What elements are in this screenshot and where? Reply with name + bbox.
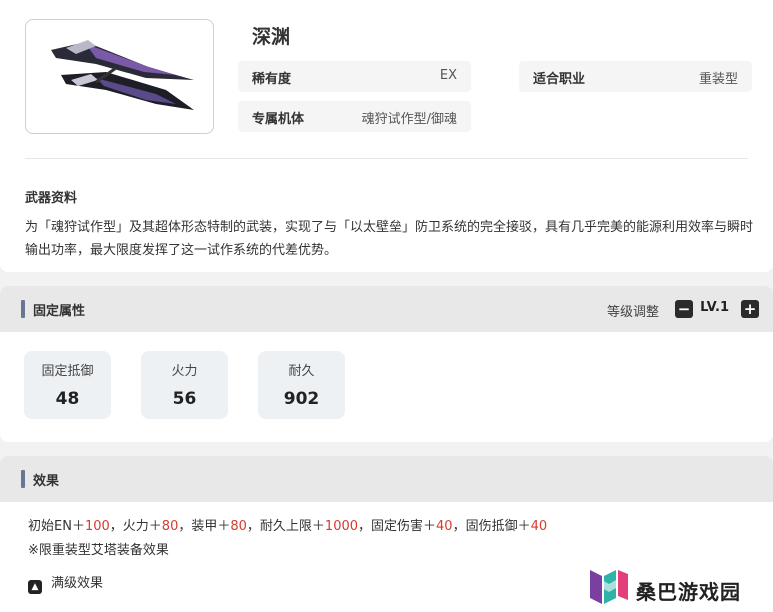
exclusive-value: 魂狩试作型/御魂 — [361, 112, 457, 127]
class-label: 适合职业 — [533, 72, 586, 87]
section-header: 固定属性 等级调整 − LV.1 + — [0, 286, 773, 332]
weapon-data-label: 武器资料 — [25, 191, 78, 206]
fixed-attributes-card: 固定属性 等级调整 − LV.1 + 固定抵御 48 火力 56 耐久 902 — [0, 286, 773, 442]
rarity-value: EX — [439, 68, 457, 83]
divider — [25, 158, 748, 159]
effect-part-value: 100 — [84, 519, 110, 534]
rarity-field: 稀有度 EX — [238, 61, 471, 92]
level-increase-button[interactable]: + — [741, 300, 759, 318]
rarity-label: 稀有度 — [252, 72, 292, 87]
level-value: LV.1 — [700, 300, 729, 315]
watermark-text: 桑巴游戏园 — [636, 580, 741, 604]
sangba-logo-icon — [590, 570, 628, 604]
stat-card: 固定抵御 48 — [24, 351, 111, 419]
exclusive-field: 专属机体 魂狩试作型/御魂 — [238, 101, 471, 132]
stat-label: 火力 — [171, 364, 198, 379]
stat-value: 48 — [55, 389, 80, 409]
stat-label: 固定抵御 — [41, 364, 94, 379]
effect-part-value: 80 — [161, 519, 179, 534]
effect-note: ※限重装型艾塔装备效果 — [28, 543, 169, 558]
effect-part-value: 1000 — [324, 519, 359, 534]
weapon-name: 深渊 — [252, 26, 291, 48]
weapon-illustration — [51, 40, 194, 110]
max-level-label: 满级效果 — [51, 576, 104, 591]
class-field: 适合职业 重装型 — [519, 61, 752, 92]
effect-part-value: 40 — [530, 519, 548, 534]
effect-text: 初始EN＋100，火力＋80，装甲＋80，耐久上限＋1000，固定伤害＋40，固… — [28, 515, 547, 534]
effect-part-label: ，固定伤害＋ — [358, 519, 437, 534]
weapon-image — [25, 19, 214, 134]
section-title: 固定属性 — [33, 304, 86, 319]
effect-part-value: 80 — [230, 519, 247, 534]
up-arrow-icon: ▲ — [28, 580, 42, 594]
max-level-toggle[interactable]: ▲ 满级效果 — [28, 572, 103, 594]
exclusive-label: 专属机体 — [252, 112, 305, 127]
effect-part-label: ，火力＋ — [109, 519, 162, 534]
weapon-description: 为「魂狩试作型」及其超体形态特制的武装，实现了与「以太壁垒」防卫系统的完全接驳，… — [25, 220, 754, 258]
effect-part-label: ，固伤抵御＋ — [452, 519, 531, 534]
accent-bar — [21, 470, 25, 488]
class-value: 重装型 — [698, 72, 738, 87]
stat-card: 耐久 902 — [258, 351, 345, 419]
stat-value: 56 — [172, 389, 197, 409]
level-adjust-label: 等级调整 — [606, 305, 659, 320]
stat-value: 902 — [283, 389, 320, 409]
effect-part-label: ，装甲＋ — [178, 519, 231, 534]
effect-part-label: ，耐久上限＋ — [246, 519, 325, 534]
weapon-info-card: 深渊 稀有度 EX 适合职业 重装型 专属机体 魂狩试作型/御魂 武器资料 为「… — [0, 0, 773, 272]
effect-part-label: 初始EN＋ — [28, 519, 85, 534]
stat-label: 耐久 — [288, 364, 315, 379]
level-decrease-button[interactable]: − — [675, 300, 693, 318]
accent-bar — [21, 300, 25, 318]
stat-card: 火力 56 — [141, 351, 228, 419]
watermark: 桑巴游戏园 — [588, 566, 740, 606]
effect-part-value: 40 — [436, 519, 453, 534]
section-title: 效果 — [33, 474, 60, 489]
section-header: 效果 — [0, 456, 773, 502]
